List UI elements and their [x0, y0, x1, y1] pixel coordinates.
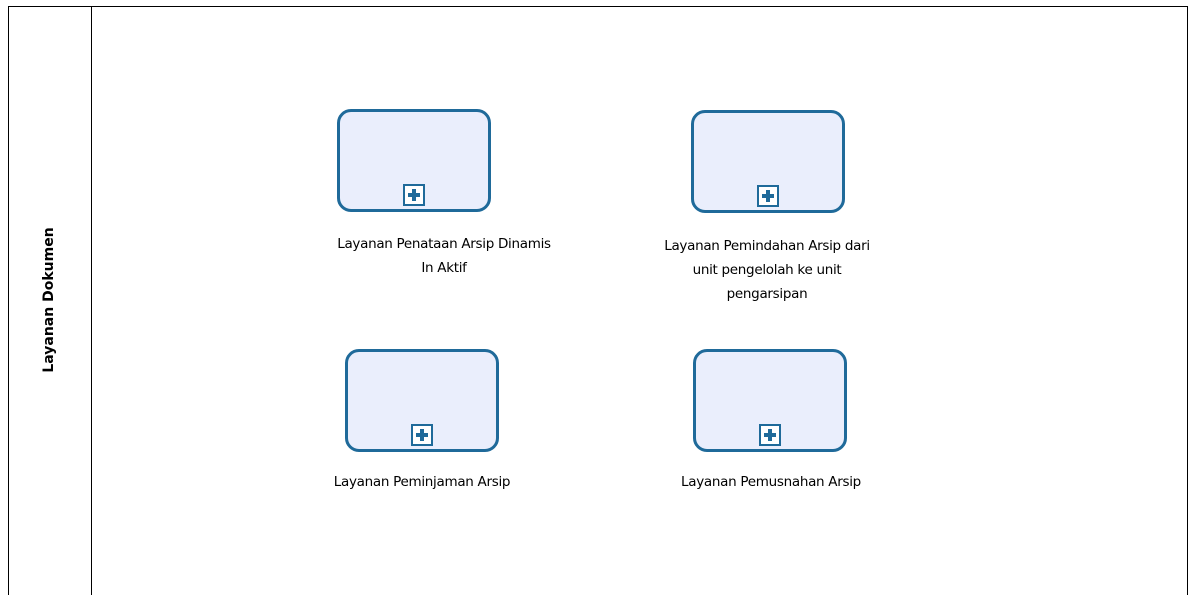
task-label-line: Layanan Peminjaman Arsip [333, 474, 511, 490]
task-pemindahan-arsip[interactable] [691, 110, 845, 213]
task-label-line: Layanan Penataan Arsip Dinamis [337, 236, 551, 252]
task-label-pemindahan-arsip: Layanan Pemindahan Arsip dari unit penge… [617, 234, 917, 306]
task-label-penataan-arsip: Layanan Penataan Arsip Dinamis In Aktif [294, 232, 594, 280]
task-label-line: Layanan Pemindahan Arsip dari [664, 238, 870, 254]
diagram-canvas: Layanan Dokumen Layanan Penataan Arsip D… [0, 0, 1192, 595]
plus-box-icon[interactable] [403, 184, 425, 206]
lane-title: Layanan Dokumen [41, 227, 57, 373]
task-label-pemusnahan-arsip: Layanan Pemusnahan Arsip [621, 470, 921, 494]
task-label-line: Layanan Pemusnahan Arsip [681, 474, 861, 490]
plus-box-icon[interactable] [757, 185, 779, 207]
task-label-peminjaman-arsip: Layanan Peminjaman Arsip [272, 470, 572, 494]
task-label-line: pengarsipan [726, 286, 808, 302]
task-pemusnahan-arsip[interactable] [693, 349, 847, 452]
task-penataan-arsip[interactable] [337, 109, 491, 212]
plus-box-icon[interactable] [411, 424, 433, 446]
pool [8, 6, 1188, 595]
task-label-line: unit pengelolah ke unit [692, 262, 842, 278]
task-label-line: In Aktif [421, 260, 467, 276]
plus-box-icon[interactable] [759, 424, 781, 446]
task-peminjaman-arsip[interactable] [345, 349, 499, 452]
